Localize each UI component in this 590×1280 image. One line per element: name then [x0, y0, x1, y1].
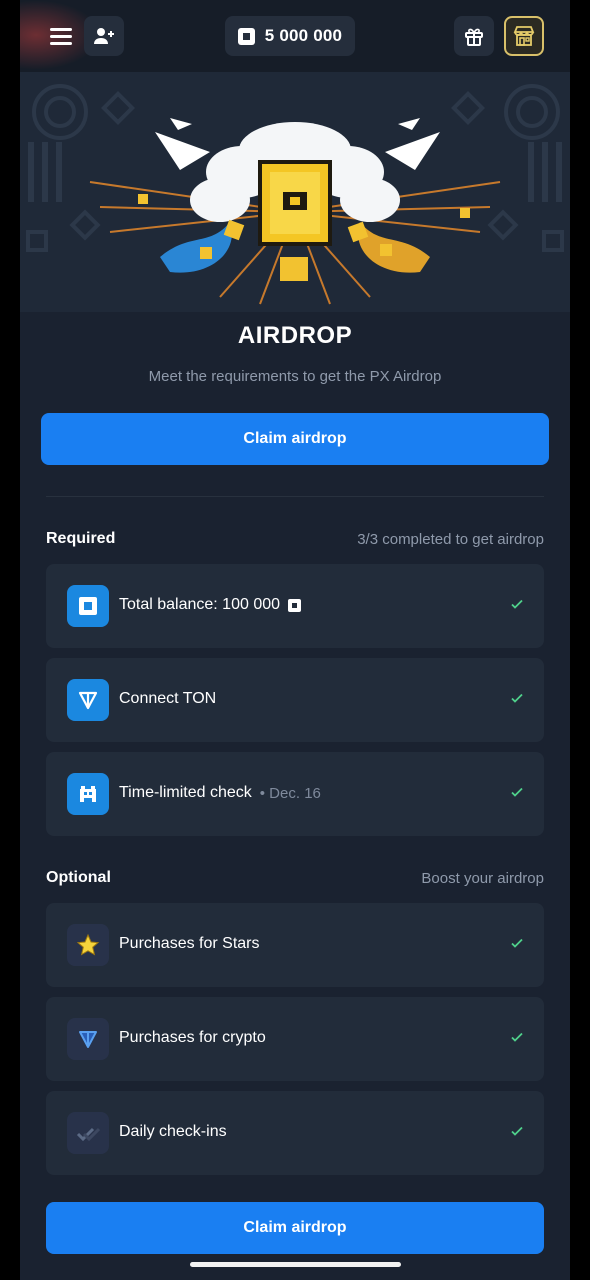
requirement-label: Connect TON [119, 690, 217, 707]
balance-pill[interactable]: 5 000 000 [225, 16, 355, 56]
ton-icon [67, 679, 109, 721]
shop-icon [513, 26, 535, 46]
check-icon [511, 1126, 523, 1136]
requirement-label: Total balance: 100 000 [119, 596, 281, 613]
double-check-icon [67, 1112, 109, 1154]
optional-purchases-crypto[interactable]: Purchases for crypto [46, 997, 544, 1081]
optional-label: Purchases for Stars [119, 935, 260, 952]
home-indicator[interactable] [190, 1262, 401, 1267]
ton-icon [67, 1018, 109, 1060]
optional-section-title: Optional [46, 869, 111, 886]
balance-value: 5 000 000 [264, 26, 343, 45]
page-subtitle: Meet the requirements to get the PX Aird… [148, 368, 442, 385]
optional-note-text: Boost your airdrop [421, 870, 544, 887]
px-coin-icon [67, 585, 109, 627]
optional-daily-checkins[interactable]: Daily check-ins [46, 1091, 544, 1175]
menu-button[interactable] [40, 16, 80, 56]
add-user-icon [94, 28, 114, 44]
optional-purchases-stars[interactable]: Purchases for Stars [46, 903, 544, 987]
optional-label: Purchases for crypto [119, 1029, 266, 1046]
check-icon [511, 693, 523, 703]
requirement-date: • Dec. 16 [259, 784, 321, 802]
required-section-title: Required [46, 530, 116, 547]
add-friend-button[interactable] [84, 16, 124, 56]
app-screen: 5 000 000 AIRDROP Meet the requirements … [20, 0, 570, 1280]
divider [46, 496, 544, 497]
claim-airdrop-button[interactable]: Claim airdrop [41, 413, 549, 465]
menu-icon [50, 28, 72, 31]
optional-label: Daily check-ins [119, 1123, 227, 1140]
requirement-connect-ton[interactable]: Connect TON [46, 658, 544, 742]
top-bar: 5 000 000 [20, 0, 570, 72]
page-title: AIRDROP [237, 322, 353, 349]
shop-button[interactable] [504, 16, 544, 56]
px-coin-icon [237, 27, 255, 45]
requirement-total-balance[interactable]: Total balance: 100 000 [46, 564, 544, 648]
check-icon [511, 1032, 523, 1042]
claim-airdrop-button-bottom[interactable]: Claim airdrop [46, 1202, 544, 1254]
star-icon [67, 924, 109, 966]
px-coin-icon [288, 598, 302, 612]
requirement-time-limited-check[interactable]: Time-limited check • Dec. 16 [46, 752, 544, 836]
pixel-invader-icon [67, 773, 109, 815]
airdrop-hero-illustration [20, 72, 570, 312]
check-icon [511, 787, 523, 797]
gift-button[interactable] [454, 16, 494, 56]
requirement-label: Time-limited check [119, 784, 252, 801]
check-icon [511, 599, 523, 609]
required-progress-text: 3/3 completed to get airdrop [357, 531, 544, 548]
check-icon [511, 938, 523, 948]
gift-icon [465, 28, 483, 46]
